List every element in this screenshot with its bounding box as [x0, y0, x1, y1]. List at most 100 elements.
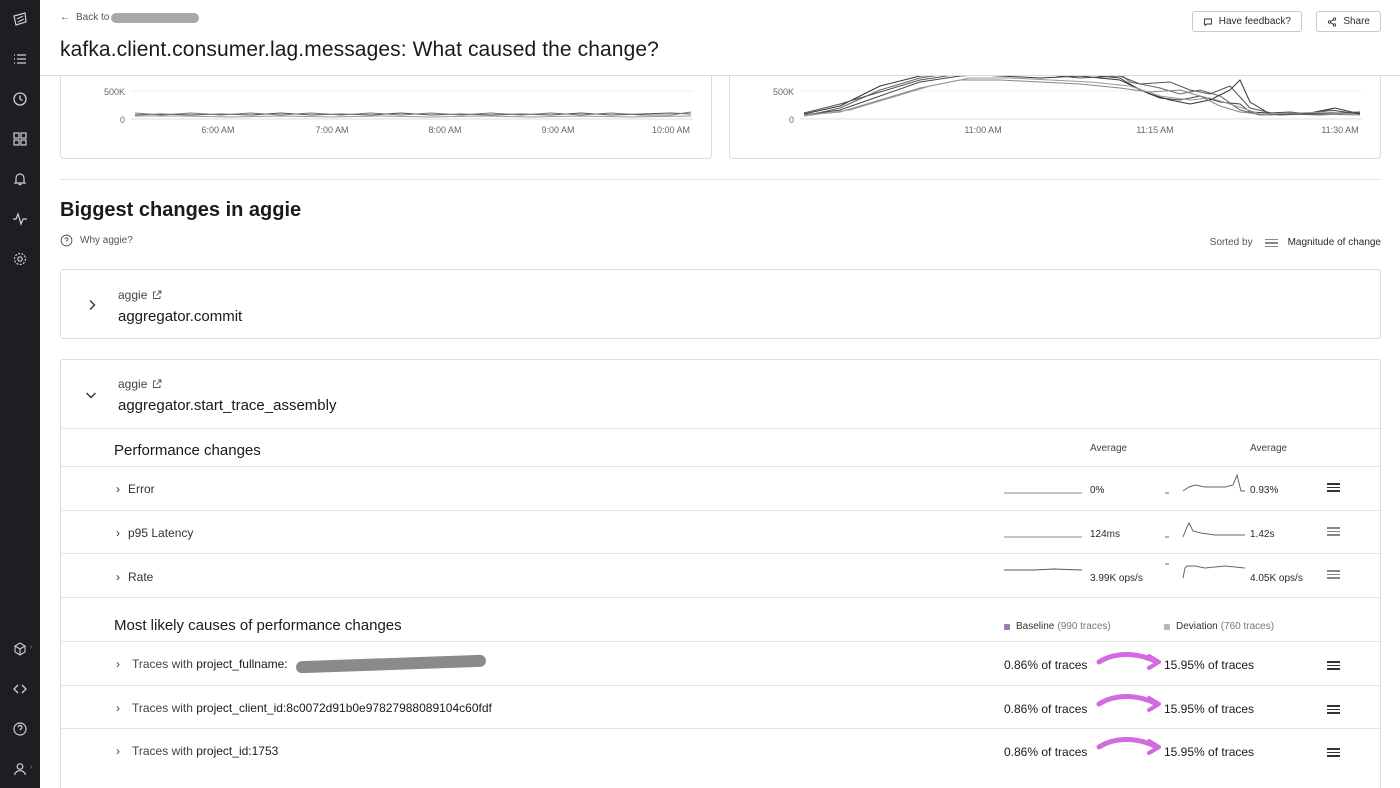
metric-name: Rate — [128, 570, 154, 584]
chevron-down-icon[interactable] — [84, 388, 98, 402]
row-menu-icon[interactable] — [1327, 570, 1340, 579]
cause-row[interactable]: › Traces with project_client_id:8c0072d9… — [61, 685, 1380, 728]
service-link[interactable]: aggie — [118, 288, 162, 302]
feedback-label: Have feedback? — [1218, 16, 1291, 27]
baseline-value: 124ms — [1090, 529, 1121, 540]
baseline-value: 3.99K ops/s — [1090, 573, 1143, 584]
causes-header-row: Most likely causes of performance change… — [61, 597, 1380, 641]
y-tick-0: 0 — [120, 115, 125, 125]
user-icon[interactable]: › — [11, 760, 32, 778]
cause-attribute: project_id:1753 — [196, 744, 279, 758]
baseline-legend: Baseline (990 traces) — [1004, 621, 1111, 632]
deviation-sparkline — [1165, 521, 1245, 538]
y-tick-0: 0 — [789, 115, 794, 125]
baseline-swatch — [1004, 623, 1010, 630]
bell-icon[interactable] — [11, 170, 29, 188]
x-tick: 11:15 AM — [1136, 125, 1173, 135]
cause-label: › Traces with project_id:1753 — [116, 744, 278, 758]
share-button[interactable]: Share — [1316, 11, 1381, 32]
cause-prefix: Traces with — [132, 657, 193, 671]
clock-icon[interactable] — [11, 90, 29, 108]
chevron-right-icon: › — [116, 744, 120, 758]
list-icon[interactable] — [11, 50, 29, 68]
section-divider — [60, 179, 1381, 180]
operation-card-start-trace-assembly: aggie aggregator.start_trace_assembly Pe… — [60, 359, 1381, 788]
back-label: Back to — [76, 12, 110, 23]
metric-row-rate[interactable]: › Rate 3.99K ops/s 4.05K ops/s — [61, 553, 1380, 597]
performance-header-row: Performance changes Average Average — [61, 428, 1380, 466]
row-menu-icon[interactable] — [1327, 748, 1340, 757]
why-aggie-label: Why aggie? — [80, 235, 133, 246]
annotation-arrow-icon — [1096, 737, 1161, 755]
chevron-right-icon: › — [116, 701, 120, 715]
cause-row[interactable]: › Traces with project_id:1753 0.86% of t… — [61, 728, 1380, 772]
metric-label: › Rate — [116, 570, 153, 584]
row-menu-icon[interactable] — [1327, 661, 1340, 670]
row-menu-icon[interactable] — [1327, 705, 1340, 714]
why-aggie-link[interactable]: Why aggie? — [60, 234, 133, 247]
deviation-sparkline — [1165, 563, 1246, 579]
metric-name: p95 Latency — [128, 526, 194, 540]
page-header: ← Back to kafka.client.consumer.lag.mess… — [40, 0, 1400, 76]
cause-label: › Traces with project_fullname: — [116, 654, 486, 674]
cause-attribute: project_fullname: — [196, 657, 288, 671]
page-title: kafka.client.consumer.lag.messages: What… — [60, 38, 659, 61]
comment-icon — [1203, 18, 1212, 26]
baseline-value: 0% — [1090, 485, 1105, 496]
share-icon — [1328, 16, 1337, 27]
chevron-right-icon[interactable] — [85, 298, 99, 312]
performance-title: Performance changes — [114, 442, 261, 459]
cause-attribute: project_client_id:8c0072d91b0e9782798808… — [196, 701, 492, 715]
deviation-sparkline — [1165, 473, 1245, 494]
cause-label: › Traces with project_client_id:8c0072d9… — [116, 701, 492, 715]
chevron-right-icon: › — [116, 570, 120, 584]
gear-icon[interactable] — [11, 250, 29, 268]
service-name: aggie — [118, 288, 148, 302]
sort-control[interactable]: Sorted by Magnitude of change — [1210, 237, 1381, 248]
x-tick: 6:00 AM — [201, 125, 234, 135]
deviation-value: 1.42s — [1250, 529, 1275, 540]
x-tick: 8:00 AM — [428, 125, 461, 135]
help-circle-icon — [60, 234, 73, 247]
baseline-percentage: 0.86% of traces — [1004, 745, 1088, 759]
chevron-right-icon: › — [116, 526, 120, 540]
baseline-sparkline — [1004, 536, 1082, 538]
deviation-average-header: Average — [1250, 443, 1288, 454]
sorted-by-label: Sorted by — [1209, 237, 1253, 248]
sorted-by-value: Magnitude of change — [1287, 237, 1381, 248]
x-tick: 11:00 AM — [964, 125, 1001, 135]
cause-row[interactable]: › Traces with project_fullname: 0.86% of… — [61, 641, 1380, 685]
annotation-arrow-icon — [1096, 694, 1161, 712]
metric-row-error[interactable]: › Error 0% 0.93% — [61, 466, 1380, 510]
activity-icon[interactable] — [11, 210, 29, 228]
x-tick: 7:00 AM — [315, 125, 348, 135]
x-tick: 11:30 AM — [1321, 125, 1358, 135]
redacted-scribble — [111, 12, 200, 23]
annotation-arrow-icon — [1096, 652, 1161, 670]
baseline-legend-count: (990 traces) — [1057, 621, 1111, 632]
row-menu-icon[interactable] — [1327, 527, 1340, 536]
baseline-percentage: 0.86% of traces — [1004, 658, 1088, 672]
grid-icon[interactable] — [11, 130, 29, 148]
row-menu-icon[interactable] — [1327, 483, 1340, 492]
deviation-legend-count: (760 traces) — [1220, 621, 1275, 632]
sort-icon — [1264, 238, 1278, 247]
help-icon[interactable] — [11, 720, 29, 738]
cube-icon[interactable]: › — [11, 640, 32, 658]
baseline-sparkline — [1004, 492, 1082, 494]
operation-card-commit[interactable]: aggie aggregator.commit — [60, 269, 1381, 339]
deviation-percentage: 15.95% of traces — [1164, 658, 1255, 672]
deviation-value: 4.05K ops/s — [1250, 573, 1303, 584]
code-icon[interactable] — [11, 680, 29, 698]
logo-icon[interactable] — [11, 10, 29, 28]
metric-row-p95-latency[interactable]: › p95 Latency 124ms 1.42s — [61, 510, 1380, 553]
feedback-button[interactable]: Have feedback? — [1191, 11, 1302, 32]
baseline-average-header: Average — [1090, 443, 1128, 454]
y-tick-500k: 500K — [104, 87, 125, 97]
service-link[interactable]: aggie — [118, 377, 162, 391]
cause-prefix: Traces with — [132, 744, 193, 758]
redacted-scribble — [295, 654, 486, 674]
deviation-value: 0.93% — [1250, 485, 1279, 496]
back-link[interactable]: ← Back to — [60, 12, 200, 23]
arrow-left-icon: ← — [60, 12, 70, 23]
